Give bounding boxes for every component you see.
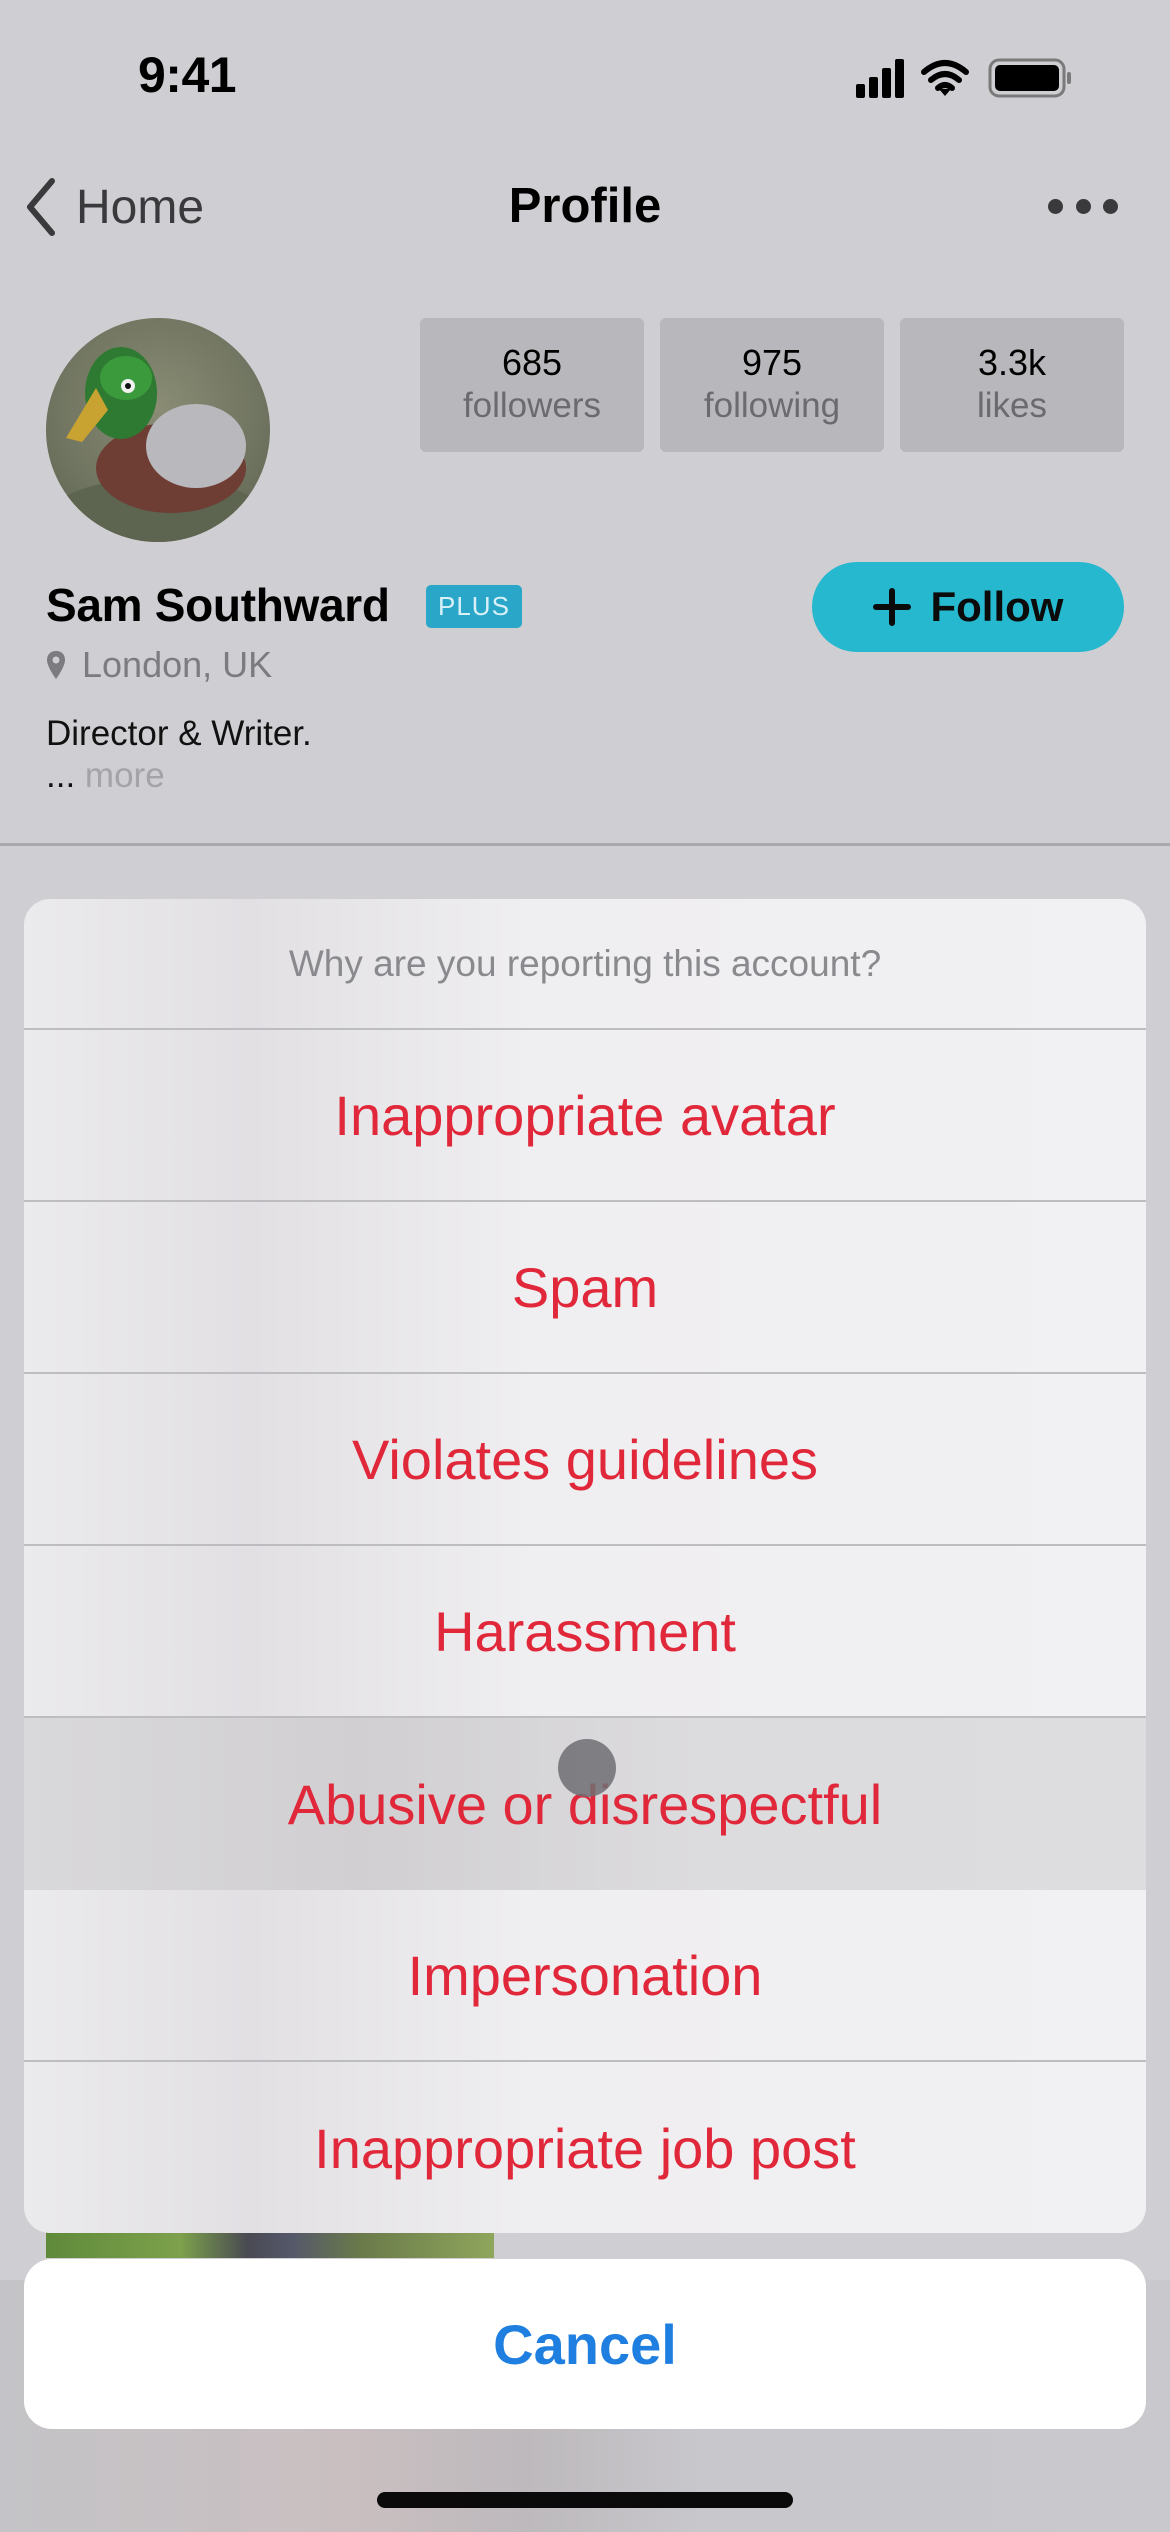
more-options-icon[interactable]	[1048, 196, 1118, 216]
more-link[interactable]: more	[85, 756, 165, 795]
stat-value: 685	[501, 342, 563, 383]
stat-label: likes	[976, 386, 1048, 425]
stat-label: followers	[462, 386, 602, 425]
profile-name: Sam Southward	[46, 579, 390, 631]
bio-ellipsis: ...	[46, 756, 76, 795]
option-impersonation[interactable]: Impersonation	[24, 1890, 1146, 2062]
follow-label: Follow	[930, 583, 1064, 630]
wifi-icon	[921, 60, 969, 96]
stat-label: following	[703, 386, 841, 425]
bio-text: Director & Writer.	[46, 714, 312, 753]
page-title: Profile	[508, 179, 662, 233]
status-time: 9:41	[138, 47, 237, 103]
option-spam[interactable]: Spam	[24, 1202, 1146, 1374]
stat-value: 3.3k	[977, 342, 1047, 383]
bio-more: ... more	[46, 756, 165, 796]
touch-indicator	[558, 1739, 616, 1797]
battery-icon	[988, 58, 1071, 98]
stat-value: 975	[741, 342, 803, 383]
location-pin-icon	[47, 651, 65, 679]
section-divider	[0, 843, 1170, 846]
option-inappropriate-job-post[interactable]: Inappropriate job post	[24, 2062, 1146, 2233]
status-icons	[856, 58, 1071, 98]
plus-icon	[872, 588, 911, 626]
option-violates-guidelines[interactable]: Violates guidelines	[24, 1374, 1146, 1546]
cellular-signal-icon	[856, 59, 904, 98]
option-harassment[interactable]: Harassment	[24, 1546, 1146, 1718]
stat-following[interactable]: 975 following	[660, 318, 884, 452]
duck-avatar-image	[48, 347, 268, 542]
stat-likes[interactable]: 3.3k likes	[900, 318, 1124, 452]
home-indicator[interactable]	[377, 2492, 793, 2508]
avatar[interactable]	[46, 318, 270, 542]
follow-button[interactable]: Follow	[812, 562, 1124, 652]
cancel-button[interactable]: Cancel	[24, 2259, 1146, 2429]
plus-badge: PLUS	[426, 585, 522, 628]
location-text: London, UK	[82, 644, 273, 685]
stat-followers[interactable]: 685 followers	[420, 318, 644, 452]
report-action-sheet: Why are you reporting this account? Inap…	[24, 899, 1146, 2233]
location: London, UK	[46, 644, 272, 686]
action-sheet-title: Why are you reporting this account?	[24, 899, 1146, 1030]
option-inappropriate-avatar[interactable]: Inappropriate avatar	[24, 1030, 1146, 1202]
